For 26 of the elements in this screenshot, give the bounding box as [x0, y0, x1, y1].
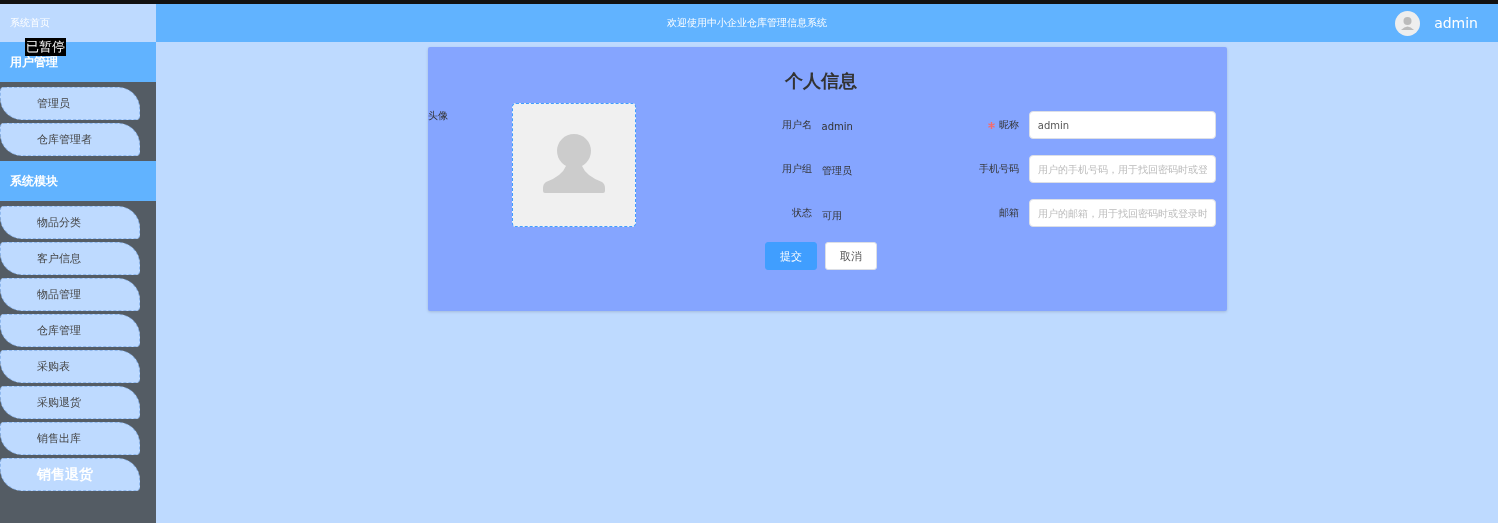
- avatar-icon[interactable]: [1395, 10, 1421, 36]
- field-label: 状态: [791, 206, 812, 220]
- paused-label: 已暂停: [25, 38, 66, 56]
- avatar-upload[interactable]: [511, 103, 636, 227]
- header-title: 欢迎使用中小企业仓库管理信息系统: [667, 16, 827, 30]
- field-label: 用户组: [781, 162, 812, 176]
- field-label: 手机号码: [978, 162, 1019, 176]
- input-field[interactable]: admin: [1028, 111, 1216, 139]
- sidebar-item[interactable]: 客户信息: [0, 242, 140, 275]
- sidebar-item[interactable]: 采购退货: [0, 386, 140, 419]
- sidebar-item[interactable]: 仓库管理: [0, 314, 140, 347]
- cancel-button[interactable]: 取消: [825, 242, 877, 270]
- sidebar-item[interactable]: 物品管理: [0, 278, 140, 311]
- field-value: 管理员: [821, 164, 852, 178]
- sidebar-item[interactable]: 管理员: [0, 87, 140, 120]
- sidebar-item[interactable]: 仓库管理者: [0, 123, 140, 156]
- field-label: 邮箱: [998, 206, 1019, 220]
- field-label: 头像: [427, 109, 449, 123]
- field-label: 昵称: [998, 118, 1019, 132]
- sidebar-item[interactable]: 物品分类: [0, 206, 140, 239]
- sidebar-item[interactable]: 销售出库: [0, 422, 140, 455]
- form-title: 个人信息: [785, 69, 857, 93]
- sidebar-item[interactable]: 采购表: [0, 350, 140, 383]
- field-label: 用户名: [781, 118, 812, 132]
- field-value: admin: [821, 120, 853, 132]
- field-value: 可用: [821, 209, 842, 223]
